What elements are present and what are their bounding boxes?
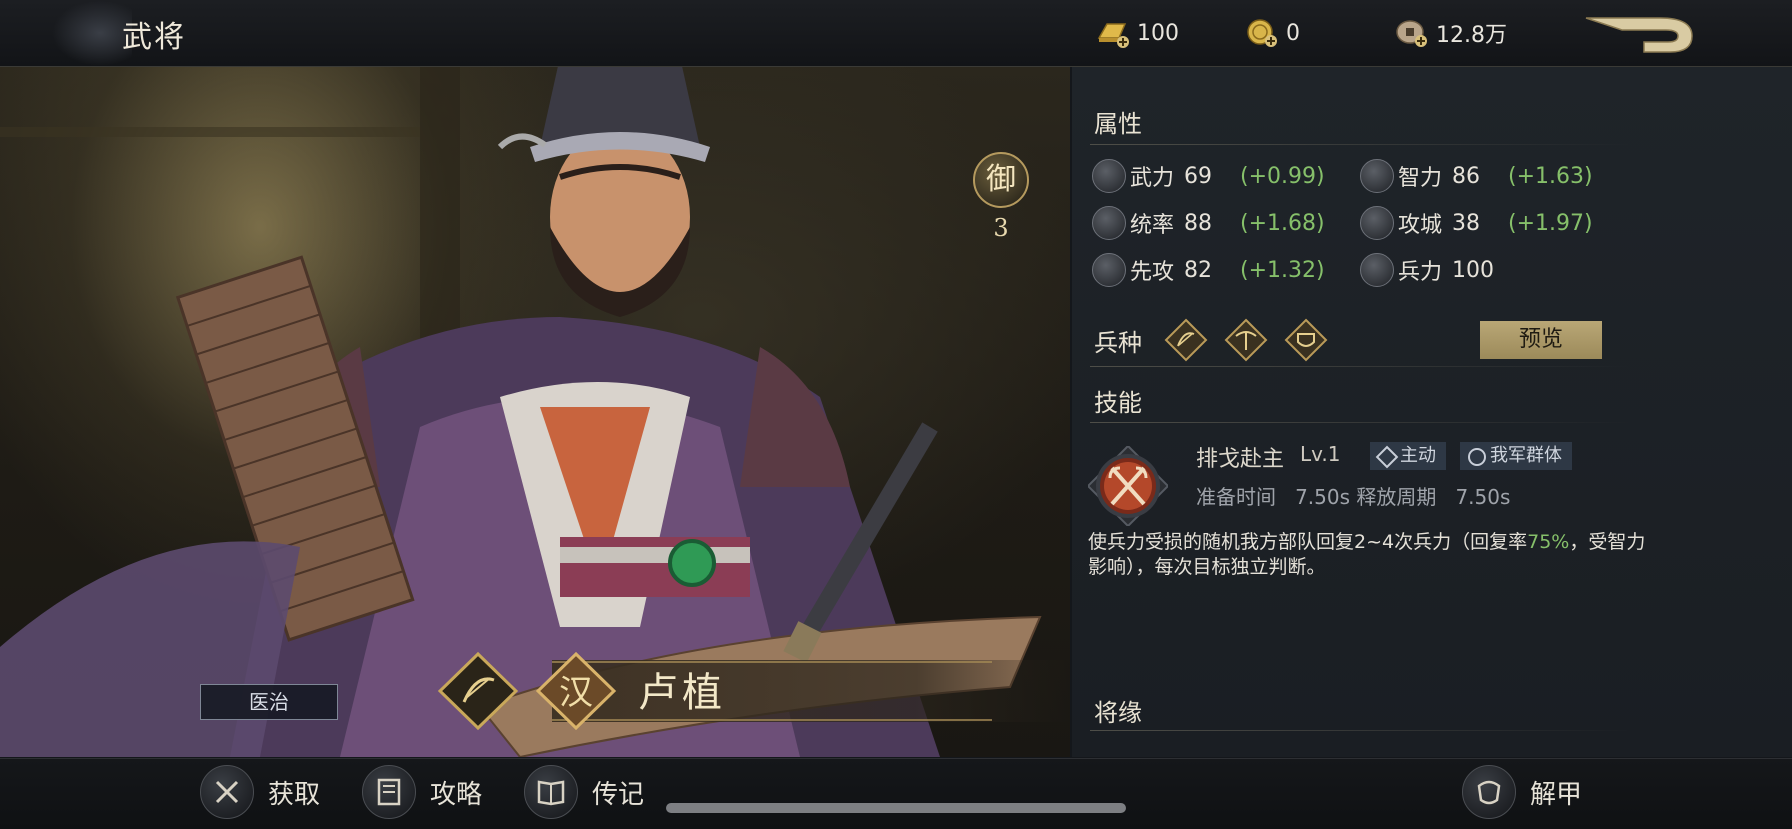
fate-title: 将缘 (1094, 699, 1142, 727)
skill-timing: 准备时间 7.50s 释放周期 7.50s (1196, 485, 1511, 509)
attributes-divider (1090, 144, 1630, 145)
attr-bonus: (+1.32) (1240, 257, 1325, 283)
attr-value: 82 (1184, 257, 1212, 283)
resource-gold-bars[interactable]: 100 (1095, 16, 1179, 50)
attributes-title: 属性 (1094, 110, 1142, 138)
skill-tag-target: 我军群体 (1460, 442, 1572, 470)
acquire-icon (200, 765, 254, 819)
attr-siege: 攻城 38 (+1.97) (1360, 205, 1593, 241)
nav-guide[interactable]: 攻略 (362, 764, 482, 820)
troops-divider (1090, 366, 1630, 367)
resource-copper-value: 12.8万 (1436, 23, 1507, 48)
crossed-swords-icon (1092, 159, 1126, 193)
target-icon (1468, 448, 1486, 466)
nav-label: 攻略 (430, 779, 483, 810)
skill-desc-text: 使兵力受损的随机我方部队回复2~4次兵力（回复率 (1088, 531, 1528, 553)
attr-name: 兵力 (1398, 260, 1443, 285)
siege-icon (1360, 206, 1394, 240)
attr-value: 69 (1184, 163, 1212, 189)
attr-force: 武力 69 (+0.99) (1092, 158, 1325, 194)
attr-bonus: (+1.68) (1240, 210, 1325, 236)
attr-name: 攻城 (1398, 213, 1443, 238)
attr-intellect: 智力 86 (+1.63) (1360, 158, 1593, 194)
crossbow-unit-icon[interactable] (1224, 318, 1268, 362)
hero-emblem-icon (52, 0, 132, 66)
attr-bonus: (+1.63) (1508, 163, 1593, 189)
svg-text:汉: 汉 (559, 673, 593, 713)
guard-level-badge[interactable]: 御 3 (970, 152, 1032, 252)
archer-unit-icon[interactable] (1164, 318, 1208, 362)
skill-name: 排戈赴主 (1196, 447, 1285, 472)
attr-bonus: (+1.97) (1508, 210, 1593, 236)
dismiss-armor-icon (1462, 765, 1516, 819)
hero-tag-heal: 医治 (200, 684, 338, 720)
hero-name-plate: 汉 (437, 651, 1072, 731)
biography-book-icon (524, 765, 578, 819)
troops-title: 兵种 (1094, 329, 1142, 357)
attr-name: 智力 (1398, 166, 1443, 191)
attr-name: 武力 (1130, 166, 1175, 191)
nav-biography[interactable]: 传记 (524, 764, 644, 820)
troops-preview-button[interactable]: 预览 (1480, 321, 1602, 359)
crossed-halberds-icon[interactable] (1088, 446, 1168, 526)
attr-command: 统率 88 (+1.68) (1092, 205, 1325, 241)
attr-name: 统率 (1130, 213, 1175, 238)
page-title: 武将 (122, 20, 186, 55)
resource-gold-bars-value: 100 (1137, 20, 1179, 46)
attr-value: 88 (1184, 210, 1212, 236)
attr-value: 100 (1452, 257, 1494, 283)
gold-coin-plus-icon[interactable] (1244, 16, 1280, 50)
nav-label: 解甲 (1530, 779, 1583, 810)
guard-char: 御 (973, 152, 1029, 208)
home-indicator[interactable] (666, 803, 1126, 813)
soldier-icon (1360, 253, 1394, 287)
attr-name: 先攻 (1130, 260, 1175, 285)
shield-unit-icon[interactable] (1284, 318, 1328, 362)
attr-value: 38 (1452, 210, 1480, 236)
guide-scroll-icon (362, 765, 416, 819)
hero-name: 卢植 (638, 670, 726, 716)
top-bar (0, 0, 1792, 67)
attr-value: 86 (1452, 163, 1480, 189)
skill-tag-active: 主动 (1370, 442, 1446, 470)
nav-dismiss[interactable]: 解甲 (1462, 764, 1582, 820)
horse-icon (1092, 206, 1126, 240)
skill-title: 技能 (1094, 389, 1142, 417)
gold-bar-plus-icon[interactable] (1095, 16, 1131, 50)
attr-bonus: (+0.99) (1240, 163, 1325, 189)
nav-acquire[interactable]: 获取 (200, 764, 320, 820)
skill-desc-highlight: 75% (1527, 531, 1570, 553)
skill-level: Lv.1 (1300, 442, 1341, 466)
skill-divider (1090, 422, 1630, 423)
bow-icon (437, 651, 519, 731)
resource-gold-coins[interactable]: 0 (1244, 16, 1300, 50)
skill-tag-label: 我军群体 (1490, 445, 1562, 466)
attr-troops: 兵力 100 (1360, 252, 1508, 288)
diamond-icon (1375, 445, 1399, 469)
resource-copper[interactable]: 12.8万 (1394, 16, 1507, 50)
skill-tag-label: 主动 (1400, 445, 1436, 466)
attr-initiative: 先攻 82 (+1.32) (1092, 252, 1325, 288)
guard-level: 3 (993, 214, 1009, 242)
copper-coins-plus-icon[interactable] (1394, 16, 1430, 50)
speed-icon (1092, 253, 1126, 287)
resource-gold-coins-value: 0 (1286, 20, 1300, 46)
nav-label: 传记 (592, 779, 645, 810)
fate-divider (1090, 730, 1630, 731)
feather-icon (1360, 159, 1394, 193)
skill-description: 使兵力受损的随机我方部队回复2~4次兵力（回复率75%，受智力影响），每次目标独… (1088, 530, 1648, 580)
nav-label: 获取 (268, 779, 321, 810)
return-arrow-icon[interactable] (1582, 10, 1702, 56)
